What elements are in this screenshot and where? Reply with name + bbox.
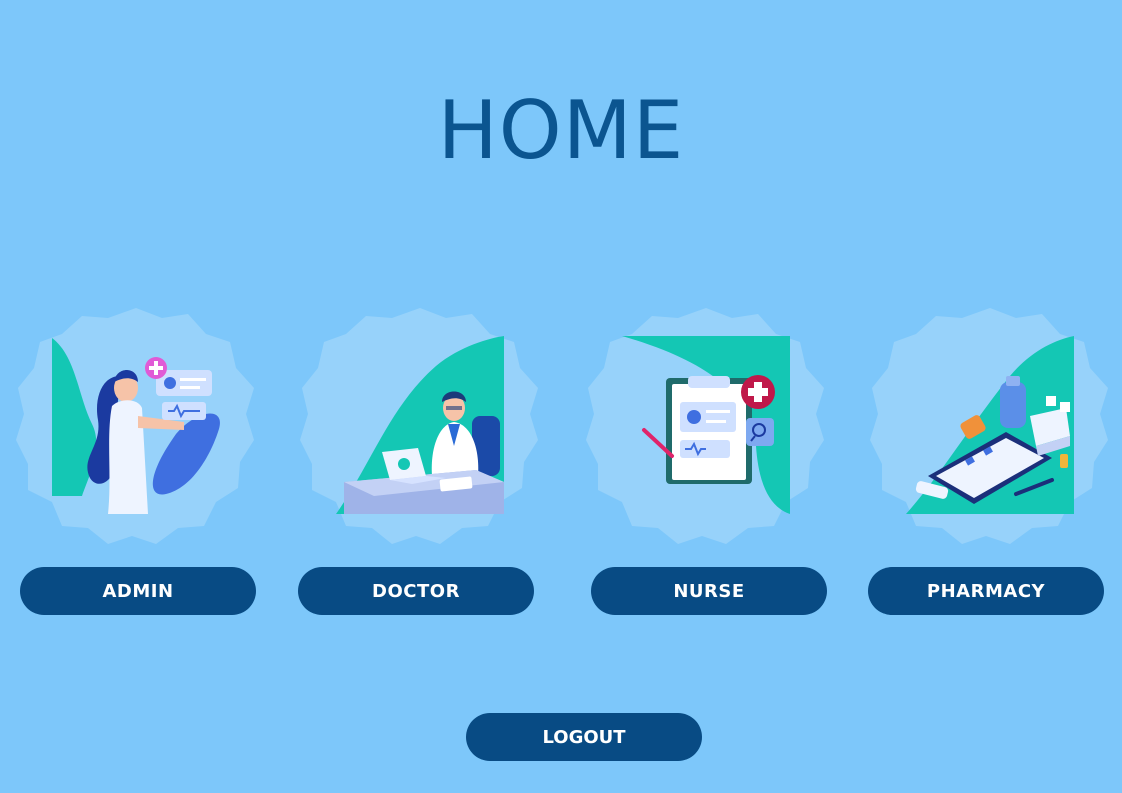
nurse-clipboard-illustration-icon (586, 308, 824, 544)
pharmacy-card[interactable] (870, 306, 1110, 546)
doctor-button[interactable]: DOCTOR (298, 567, 534, 615)
pharmacy-button[interactable]: PHARMACY (868, 567, 1104, 615)
doctor-illustration-icon (300, 308, 538, 544)
pharmacy-illustration-icon (870, 308, 1108, 544)
doctor-card[interactable] (300, 306, 540, 546)
nurse-card[interactable] (586, 306, 826, 546)
logout-button[interactable]: LOGOUT (466, 713, 702, 761)
admin-illustration-icon (16, 308, 254, 544)
admin-button[interactable]: ADMIN (20, 567, 256, 615)
page-title: HOME (437, 84, 685, 177)
nurse-button[interactable]: NURSE (591, 567, 827, 615)
admin-card[interactable] (16, 306, 256, 546)
